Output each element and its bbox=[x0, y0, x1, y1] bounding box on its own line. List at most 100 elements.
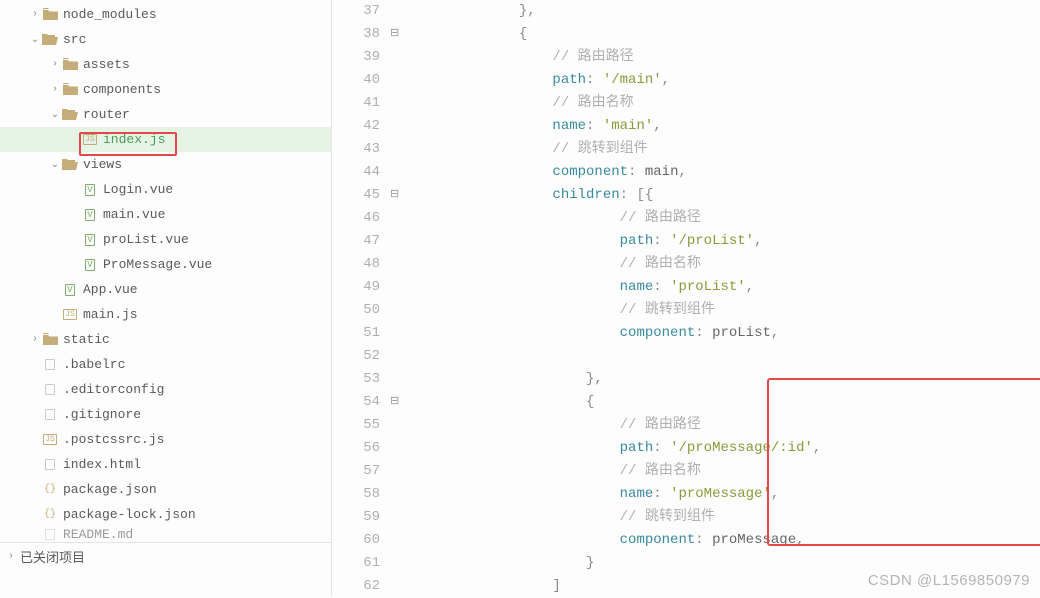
code-line[interactable]: 50 // 跳转到组件 bbox=[332, 299, 1040, 322]
tree-item-main-js[interactable]: JSmain.js bbox=[0, 302, 331, 327]
code-line[interactable]: 49 name: 'proList', bbox=[332, 276, 1040, 299]
code-line[interactable]: 44 component: main, bbox=[332, 161, 1040, 184]
tree-item-src[interactable]: ⌄src bbox=[0, 27, 331, 52]
fold-marker bbox=[390, 115, 408, 138]
code-line[interactable]: 48 // 路由名称 bbox=[332, 253, 1040, 276]
fold-marker[interactable]: ⊟ bbox=[390, 391, 408, 414]
chevron-icon[interactable]: › bbox=[28, 9, 42, 20]
chevron-icon[interactable]: ⌄ bbox=[48, 159, 62, 171]
line-number: 59 bbox=[332, 506, 390, 529]
fold-marker bbox=[390, 0, 408, 23]
line-number: 37 bbox=[332, 0, 390, 23]
code-text: path: '/proMessage/:id', bbox=[408, 437, 821, 460]
line-number: 40 bbox=[332, 69, 390, 92]
fold-marker bbox=[390, 253, 408, 276]
tree-item-proList-vue[interactable]: VproList.vue bbox=[0, 227, 331, 252]
line-number: 60 bbox=[332, 529, 390, 552]
line-number: 58 bbox=[332, 483, 390, 506]
fold-marker bbox=[390, 46, 408, 69]
code-line[interactable]: 38⊟ { bbox=[332, 23, 1040, 46]
code-line[interactable]: 47 path: '/proList', bbox=[332, 230, 1040, 253]
code-text: name: 'main', bbox=[408, 115, 662, 138]
code-line[interactable]: 41 // 路由名称 bbox=[332, 92, 1040, 115]
line-number: 56 bbox=[332, 437, 390, 460]
chevron-icon[interactable]: › bbox=[48, 59, 62, 70]
chevron-icon[interactable]: ⌄ bbox=[28, 34, 42, 46]
code-text: path: '/proList', bbox=[408, 230, 762, 253]
code-line[interactable]: 58 name: 'proMessage', bbox=[332, 483, 1040, 506]
fold-marker bbox=[390, 92, 408, 115]
fold-marker bbox=[390, 437, 408, 460]
line-number: 46 bbox=[332, 207, 390, 230]
js-icon: JS bbox=[62, 307, 78, 323]
tree-item--gitignore[interactable]: .gitignore bbox=[0, 402, 331, 427]
code-line[interactable]: 46 // 路由路径 bbox=[332, 207, 1040, 230]
code-line[interactable]: 56 path: '/proMessage/:id', bbox=[332, 437, 1040, 460]
code-line[interactable]: 40 path: '/main', bbox=[332, 69, 1040, 92]
code-line[interactable]: 60 component: proMessage, bbox=[332, 529, 1040, 552]
tree-item-router[interactable]: ⌄ router bbox=[0, 102, 331, 127]
code-line[interactable]: 42 name: 'main', bbox=[332, 115, 1040, 138]
tree-item-label: router bbox=[83, 107, 138, 122]
fold-marker bbox=[390, 414, 408, 437]
tree-item-ProMessage-vue[interactable]: VProMessage.vue bbox=[0, 252, 331, 277]
tree-item-index-html[interactable]: index.html bbox=[0, 452, 331, 477]
line-number: 38 bbox=[332, 23, 390, 46]
chevron-icon[interactable]: ⌄ bbox=[48, 109, 62, 121]
code-line[interactable]: 59 // 跳转到组件 bbox=[332, 506, 1040, 529]
code-line[interactable]: 43 // 跳转到组件 bbox=[332, 138, 1040, 161]
fold-marker bbox=[390, 345, 408, 368]
code-text: // 路由名称 bbox=[408, 253, 701, 276]
tree-item--postcssrc-js[interactable]: JS.postcssrc.js bbox=[0, 427, 331, 452]
tree-item-App-vue[interactable]: VApp.vue bbox=[0, 277, 331, 302]
line-number: 57 bbox=[332, 460, 390, 483]
file-explorer[interactable]: ›node_modules⌄src›assets›components⌄rout… bbox=[0, 0, 332, 597]
code-line[interactable]: 51 component: proList, bbox=[332, 322, 1040, 345]
tree-item-node-modules[interactable]: ›node_modules bbox=[0, 2, 331, 27]
code-line[interactable]: 37 }, bbox=[332, 0, 1040, 23]
tree-item-assets[interactable]: ›assets bbox=[0, 52, 331, 77]
fold-marker bbox=[390, 138, 408, 161]
tree-item--editorconfig[interactable]: .editorconfig bbox=[0, 377, 331, 402]
line-number: 49 bbox=[332, 276, 390, 299]
code-text: component: proMessage, bbox=[408, 529, 805, 552]
code-editor[interactable]: 37 },38⊟ {39 // 路由路径40 path: '/main',41 … bbox=[332, 0, 1040, 597]
code-line[interactable]: 55 // 路由路径 bbox=[332, 414, 1040, 437]
tree-item-label: static bbox=[63, 332, 118, 347]
code-text: // 路由名称 bbox=[408, 92, 634, 115]
closed-projects-panel[interactable]: › 已关闭项目 bbox=[0, 542, 331, 570]
tree-item-index-js[interactable]: JSindex.js bbox=[0, 127, 331, 152]
fold-marker[interactable]: ⊟ bbox=[390, 23, 408, 46]
chevron-icon[interactable]: › bbox=[48, 84, 62, 95]
tree-item-label: Login.vue bbox=[103, 182, 181, 197]
line-number: 43 bbox=[332, 138, 390, 161]
fold-marker bbox=[390, 69, 408, 92]
tree-item-Login-vue[interactable]: VLogin.vue bbox=[0, 177, 331, 202]
code-text: component: proList, bbox=[408, 322, 779, 345]
code-line[interactable]: 54⊟ { bbox=[332, 391, 1040, 414]
tree-item-README-md[interactable]: README.md bbox=[0, 527, 331, 542]
tree-item-label: components bbox=[83, 82, 169, 97]
code-line[interactable]: 57 // 路由名称 bbox=[332, 460, 1040, 483]
chevron-icon[interactable]: › bbox=[28, 334, 42, 345]
fold-marker bbox=[390, 322, 408, 345]
code-line[interactable]: 52 bbox=[332, 345, 1040, 368]
tree-item-main-vue[interactable]: Vmain.vue bbox=[0, 202, 331, 227]
code-text: // 跳转到组件 bbox=[408, 299, 715, 322]
code-line[interactable]: 53 }, bbox=[332, 368, 1040, 391]
tree-item-package-lock-json[interactable]: {} package-lock.json bbox=[0, 502, 331, 527]
json-icon: {} bbox=[42, 507, 58, 523]
tree-item--babelrc[interactable]: .babelrc bbox=[0, 352, 331, 377]
code-text: children: [{ bbox=[408, 184, 653, 207]
fold-marker bbox=[390, 299, 408, 322]
tree-item-components[interactable]: › components bbox=[0, 77, 331, 102]
tree-item-label: package-lock.json bbox=[63, 507, 204, 522]
fold-marker bbox=[390, 161, 408, 184]
code-line[interactable]: 45⊟ children: [{ bbox=[332, 184, 1040, 207]
tree-item-static[interactable]: › static bbox=[0, 327, 331, 352]
fold-marker[interactable]: ⊟ bbox=[390, 184, 408, 207]
tree-item-views[interactable]: ⌄views bbox=[0, 152, 331, 177]
line-number: 62 bbox=[332, 575, 390, 598]
tree-item-package-json[interactable]: {}package.json bbox=[0, 477, 331, 502]
code-line[interactable]: 39 // 路由路径 bbox=[332, 46, 1040, 69]
